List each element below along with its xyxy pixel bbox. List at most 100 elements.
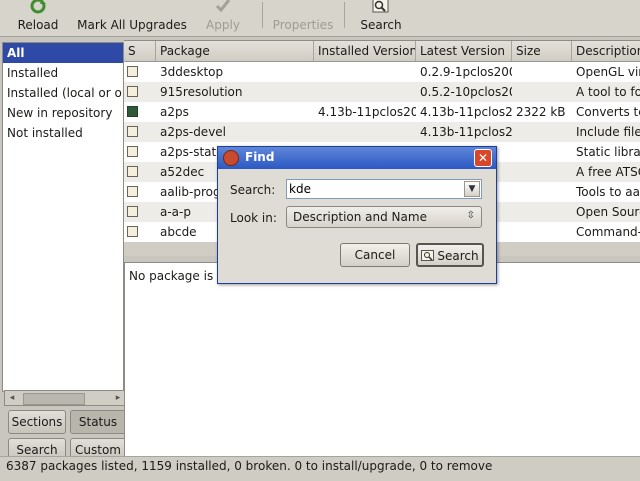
cell-size	[512, 162, 572, 182]
apply-check-icon	[215, 0, 231, 12]
not-installed-status-icon[interactable]	[127, 66, 138, 77]
scroll-right-icon[interactable]: ▸	[111, 391, 125, 405]
cell-size	[512, 202, 572, 222]
filter-item-all[interactable]: All	[3, 43, 123, 63]
cell-package: 3ddesktop	[160, 65, 224, 79]
apply-button[interactable]: Apply	[196, 0, 250, 36]
cell-size	[512, 222, 572, 242]
cell-size	[512, 62, 572, 82]
search-dialog-label: Search	[437, 249, 479, 263]
installed-status-icon[interactable]	[127, 106, 138, 117]
app-icon	[223, 150, 239, 166]
cell-size	[512, 122, 572, 142]
cell-size	[512, 82, 572, 102]
search-input[interactable]	[289, 181, 455, 197]
column-header-package[interactable]: Package	[156, 41, 314, 61]
cell-description: A tool to for	[576, 85, 640, 99]
updown-arrows-icon: ⇳	[466, 210, 475, 221]
cell-installed-version: 4.13b-11pclos20	[318, 105, 416, 119]
toolbar: Reload Mark All Upgrades Apply Propertie…	[0, 0, 640, 37]
cell-description: A free ATSC	[576, 165, 640, 179]
filter-item-new-in-repository[interactable]: New in repository	[3, 103, 123, 123]
search-dialog-button[interactable]: Search	[416, 243, 484, 267]
cell-latest-version: 4.13b-11pclos20	[420, 125, 512, 139]
toolbar-separator	[344, 2, 345, 28]
status-cell[interactable]	[124, 82, 156, 102]
status-cell[interactable]	[124, 102, 156, 122]
cell-description: Tools to aali	[576, 185, 640, 199]
column-header-size[interactable]: Size	[512, 41, 572, 61]
cell-installed-version	[314, 122, 416, 142]
table-row[interactable]: 915resolution 0.5.2-10pclos2007 A tool to …	[124, 82, 640, 102]
status-cell[interactable]	[124, 142, 156, 162]
status-cell[interactable]	[124, 122, 156, 142]
search-icon	[372, 0, 389, 13]
column-header-description[interactable]: Description	[572, 41, 640, 61]
cancel-button[interactable]: Cancel	[340, 243, 410, 267]
cell-latest-version: 0.2.9-1pclos2007	[420, 65, 512, 79]
find-icon	[421, 250, 435, 261]
not-installed-status-icon[interactable]	[127, 186, 138, 197]
column-header-status[interactable]: S	[124, 41, 156, 61]
cell-description: Converts te	[576, 105, 640, 119]
not-installed-status-icon[interactable]	[127, 166, 138, 177]
search-toolbar-button[interactable]: Search	[352, 0, 410, 36]
status-cell[interactable]	[124, 62, 156, 82]
cell-installed-version	[314, 62, 416, 82]
dialog-titlebar[interactable]: Find ✕	[218, 147, 496, 169]
reload-icon	[30, 0, 46, 14]
column-header-installed-version[interactable]: Installed Version	[314, 41, 416, 61]
filter-item-not-installed[interactable]: Not installed	[3, 123, 123, 143]
dialog-title: Find	[245, 150, 275, 164]
search-label: Search:	[230, 183, 276, 197]
cell-description: Open Sourc	[576, 205, 640, 219]
filter-list-scrollbar[interactable]: ◂ ▸	[4, 390, 126, 406]
cell-description: Include files	[576, 125, 640, 139]
look-in-select[interactable]: Description and Name ⇳	[286, 206, 482, 228]
status-button[interactable]: Status	[70, 410, 126, 434]
not-installed-status-icon[interactable]	[127, 226, 138, 237]
properties-label: Properties	[272, 18, 334, 32]
status-cell[interactable]	[124, 222, 156, 242]
search-combo[interactable]: ▼	[286, 179, 482, 199]
look-in-value: Description and Name	[293, 210, 427, 224]
column-header-latest-version[interactable]: Latest Version	[416, 41, 512, 61]
status-bar: 6387 packages listed, 1159 installed, 0 …	[0, 456, 640, 481]
scrollbar-thumb[interactable]	[23, 393, 85, 405]
filter-item-installed[interactable]: Installed	[3, 63, 123, 83]
cell-latest-version: 0.5.2-10pclos2007	[420, 85, 512, 99]
reload-button[interactable]: Reload	[6, 0, 70, 36]
cell-package: a2ps	[160, 105, 189, 119]
cell-size	[512, 182, 572, 202]
properties-button[interactable]: Properties	[268, 0, 338, 36]
status-cell[interactable]	[124, 202, 156, 222]
mark-all-upgrades-button[interactable]: Mark All Upgrades	[76, 0, 188, 36]
mark-all-upgrades-label: Mark All Upgrades	[77, 18, 187, 32]
status-text: 6387 packages listed, 1159 installed, 0 …	[6, 459, 493, 473]
cancel-label: Cancel	[354, 248, 396, 262]
filter-item-installed-local[interactable]: Installed (local or obsolete)	[3, 83, 123, 103]
cell-description: Command-	[576, 225, 640, 239]
cell-installed-version	[314, 82, 416, 102]
look-in-label: Look in:	[230, 211, 277, 225]
table-header: S Package Installed Version Latest Versi…	[124, 41, 640, 62]
sections-button[interactable]: Sections	[8, 410, 66, 434]
status-cell[interactable]	[124, 182, 156, 202]
filter-list: All Installed Installed (local or obsole…	[2, 42, 124, 392]
not-installed-status-icon[interactable]	[127, 206, 138, 217]
close-icon[interactable]: ✕	[474, 149, 492, 167]
not-installed-status-icon[interactable]	[127, 126, 138, 137]
cell-description: Static librar	[576, 145, 640, 159]
find-dialog: Find ✕ Search: ▼ Look in: Description an…	[217, 146, 497, 284]
table-row[interactable]: a2ps-devel 4.13b-11pclos20 Include files	[124, 122, 640, 142]
description-pane: No package is s	[124, 262, 640, 458]
scroll-left-icon[interactable]: ◂	[5, 391, 19, 405]
status-cell[interactable]	[124, 162, 156, 182]
chevron-down-icon[interactable]: ▼	[464, 181, 480, 197]
not-installed-status-icon[interactable]	[127, 86, 138, 97]
toolbar-separator	[262, 2, 263, 28]
table-row[interactable]: 3ddesktop 0.2.9-1pclos2007 OpenGL virt	[124, 62, 640, 82]
not-installed-status-icon[interactable]	[127, 146, 138, 157]
reload-label: Reload	[17, 18, 59, 32]
table-row[interactable]: a2ps 4.13b-11pclos20 4.13b-11pclos20 2322 k…	[124, 102, 640, 122]
